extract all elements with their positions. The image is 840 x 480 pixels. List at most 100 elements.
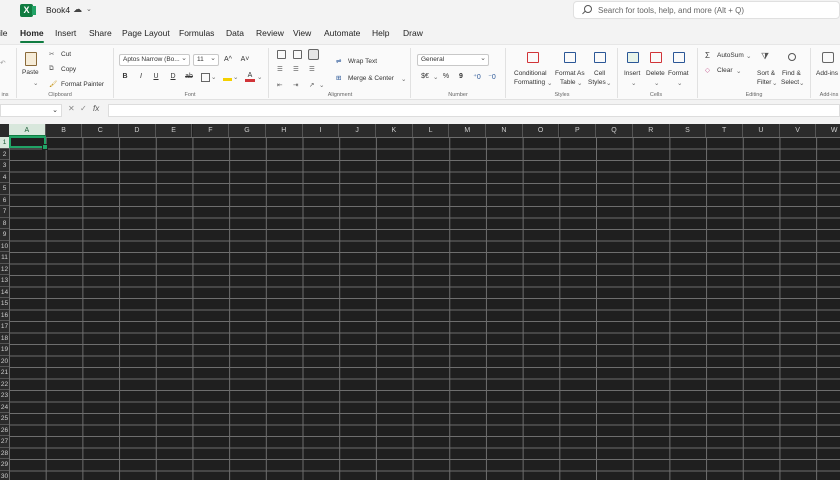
- align-left-icon[interactable]: ☰: [277, 65, 283, 73]
- underline-button[interactable]: U: [151, 73, 161, 80]
- row-header-28[interactable]: 28: [0, 447, 9, 459]
- add-ins-label[interactable]: Add-ins: [816, 70, 838, 78]
- bottom-align-icon[interactable]: [308, 49, 319, 60]
- confirm-entry-button[interactable]: ✓: [80, 104, 87, 113]
- delete-label[interactable]: Delete: [646, 70, 665, 78]
- conditional-formatting-icon[interactable]: [527, 52, 539, 63]
- increase-indent-icon[interactable]: ⇥: [293, 81, 298, 89]
- sort-filter-label-2[interactable]: Filter: [757, 79, 771, 87]
- cloud-save-icon[interactable]: ☁: [73, 4, 82, 15]
- strikethrough-button[interactable]: ab: [184, 73, 194, 80]
- column-header-d[interactable]: D: [119, 124, 156, 137]
- column-header-s[interactable]: S: [669, 124, 707, 137]
- row-header-24[interactable]: 24: [0, 401, 9, 413]
- name-box-dropdown-icon[interactable]: ⌄: [52, 106, 58, 114]
- find-select-label-2[interactable]: Select: [781, 79, 799, 87]
- orientation-icon[interactable]: ↗: [309, 81, 314, 89]
- row-header-18[interactable]: 18: [0, 332, 9, 344]
- format-as-table-icon[interactable]: [564, 52, 576, 63]
- row-header-17[interactable]: 17: [0, 321, 9, 333]
- merge-dropdown-icon[interactable]: ⌄: [401, 75, 406, 83]
- column-header-h[interactable]: H: [265, 124, 303, 137]
- column-header-u[interactable]: U: [743, 124, 780, 137]
- cut-label[interactable]: Cut: [61, 51, 71, 58]
- insert-function-button[interactable]: fx: [93, 104, 99, 113]
- double-underline-button[interactable]: D: [168, 73, 178, 80]
- column-header-v[interactable]: V: [779, 124, 817, 137]
- percent-button[interactable]: %: [441, 73, 451, 80]
- row-header-30[interactable]: 30: [0, 470, 9, 480]
- cell-styles-dropdown-icon[interactable]: ⌄: [606, 79, 611, 87]
- row-header-11[interactable]: 11: [0, 252, 9, 264]
- column-header-q[interactable]: Q: [596, 124, 633, 137]
- tab-draw[interactable]: Draw: [403, 28, 423, 38]
- column-header-w[interactable]: W: [816, 124, 840, 137]
- format-dropdown-icon[interactable]: ⌄: [677, 79, 682, 87]
- orientation-dropdown-icon[interactable]: ⌄: [319, 81, 324, 89]
- add-ins-icon[interactable]: [822, 52, 834, 63]
- row-header-9[interactable]: 9: [0, 229, 9, 241]
- row-header-5[interactable]: 5: [0, 183, 9, 195]
- delete-dropdown-icon[interactable]: ⌄: [654, 79, 659, 87]
- clear-dropdown-icon[interactable]: ⌄: [736, 67, 741, 75]
- column-header-r[interactable]: R: [632, 124, 670, 137]
- merge-center-icon[interactable]: ⊞: [336, 74, 341, 82]
- column-header-g[interactable]: G: [229, 124, 266, 137]
- tab-share[interactable]: Share: [89, 28, 112, 38]
- column-header-p[interactable]: P: [559, 124, 597, 137]
- align-right-icon[interactable]: ☰: [309, 65, 315, 73]
- wrap-text-label[interactable]: Wrap Text: [348, 58, 377, 65]
- merge-center-label[interactable]: Merge & Center: [348, 75, 394, 82]
- conditional-formatting-label[interactable]: Conditional: [514, 70, 547, 78]
- row-header-8[interactable]: 8: [0, 217, 9, 229]
- search-box[interactable]: Search for tools, help, and more (Alt + …: [573, 1, 840, 19]
- copy-label[interactable]: Copy: [61, 66, 76, 73]
- currency-button[interactable]: $€: [418, 73, 432, 80]
- conditional-formatting-dropdown-icon[interactable]: ⌄: [547, 79, 552, 87]
- row-header-25[interactable]: 25: [0, 413, 9, 425]
- wrap-text-icon[interactable]: ⇌: [336, 57, 341, 65]
- middle-align-icon[interactable]: [293, 50, 302, 59]
- column-header-l[interactable]: L: [412, 124, 450, 137]
- column-header-m[interactable]: M: [449, 124, 487, 137]
- tab-insert[interactable]: Insert: [55, 28, 76, 38]
- row-header-4[interactable]: 4: [0, 171, 9, 183]
- find-select-icon[interactable]: [788, 53, 796, 61]
- formula-input[interactable]: [108, 104, 840, 117]
- clear-label[interactable]: Clear: [717, 67, 733, 74]
- column-header-e[interactable]: E: [155, 124, 193, 137]
- column-header-b[interactable]: B: [45, 124, 83, 137]
- insert-dropdown-icon[interactable]: ⌄: [631, 79, 636, 87]
- column-header-k[interactable]: K: [376, 124, 413, 137]
- row-header-27[interactable]: 27: [0, 436, 9, 448]
- tab-help[interactable]: Help: [372, 28, 389, 38]
- copy-icon[interactable]: ⧉: [49, 65, 54, 73]
- row-header-16[interactable]: 16: [0, 309, 9, 321]
- conditional-formatting-label-2[interactable]: Formatting: [514, 79, 545, 87]
- autosum-dropdown-icon[interactable]: ⌄: [746, 52, 751, 60]
- row-header-6[interactable]: 6: [0, 194, 9, 206]
- tab-formulas[interactable]: Formulas: [179, 28, 214, 38]
- row-header-15[interactable]: 15: [0, 298, 9, 310]
- fill-color-icon[interactable]: [223, 72, 232, 81]
- row-header-3[interactable]: 3: [0, 160, 9, 172]
- font-family-dropdown[interactable]: Aptos Narrow (Bo...: [119, 54, 190, 66]
- tab-review[interactable]: Review: [256, 28, 284, 38]
- font-color-icon[interactable]: A: [245, 72, 255, 82]
- row-header-10[interactable]: 10: [0, 240, 9, 252]
- tab-page-layout[interactable]: Page Layout: [122, 28, 170, 38]
- row-header-22[interactable]: 22: [0, 378, 9, 390]
- decrease-indent-icon[interactable]: ⇤: [277, 81, 282, 89]
- format-painter-icon[interactable]: 🖌: [49, 80, 57, 88]
- worksheet-grid[interactable]: ABCDEFGHIJKLMNOPQRSTUVW 1 2 3 4 5 6 7 8 9 10 11 12 1…: [0, 124, 840, 480]
- row-header-1[interactable]: 1: [0, 137, 9, 149]
- cancel-entry-button[interactable]: ✕: [68, 104, 75, 113]
- autosum-label[interactable]: AutoSum: [717, 52, 744, 59]
- row-header-20[interactable]: 20: [0, 355, 9, 367]
- format-cells-icon[interactable]: [673, 52, 685, 63]
- increase-decimal-button[interactable]: ⁺0: [472, 73, 482, 81]
- row-header-2[interactable]: 2: [0, 148, 9, 160]
- tab-view[interactable]: View: [293, 28, 311, 38]
- tab-home[interactable]: Home: [20, 28, 44, 43]
- find-select-dropdown-icon[interactable]: ⌄: [799, 79, 804, 87]
